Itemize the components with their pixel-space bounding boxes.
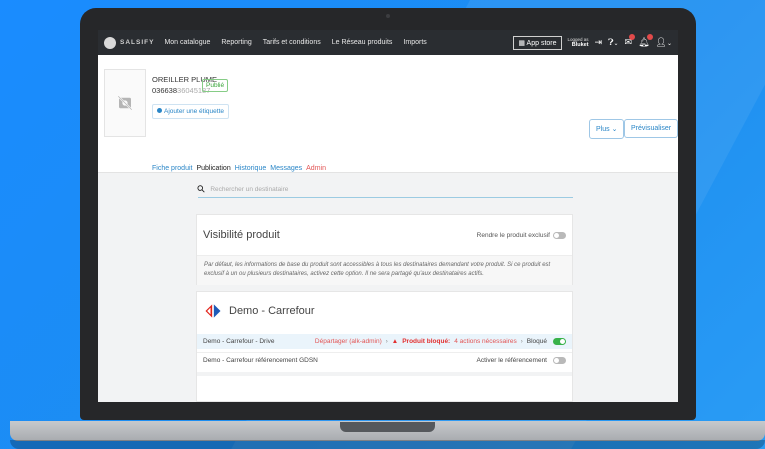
product-image-placeholder — [104, 69, 146, 137]
search-bar: ⚲ — [195, 181, 573, 198]
laptop-notch — [340, 422, 435, 432]
recipient-toggle[interactable] — [553, 338, 566, 345]
app-store-label: App store — [526, 39, 557, 47]
messages-badge — [629, 34, 636, 40]
recipient-row[interactable]: Demo - Carrefour - Drive Départager (alk… — [197, 334, 572, 349]
no-image-icon — [117, 95, 133, 111]
add-tag-button[interactable]: Ajouter une étiquette — [152, 104, 229, 119]
logged-as-info: Logged as Bluket — [568, 37, 589, 48]
grid-icon: ▦ — [518, 39, 525, 47]
nav-reseau-produits[interactable]: Le Réseau produits — [332, 39, 393, 46]
recipient-name-gdsn: Demo - Carrefour référencement GDSN — [203, 356, 318, 364]
carrefour-logo-icon — [205, 304, 221, 318]
recipient-status-gdsn: Activer le référencement — [476, 356, 566, 364]
plus-chevron-down-icon: ⌄ — [611, 126, 618, 133]
notifications-badge — [646, 34, 653, 40]
blocked-label: Produit bloqué: — [402, 338, 451, 345]
laptop-shadow — [10, 440, 765, 449]
search-recipient-input[interactable] — [210, 185, 511, 193]
recipient-status: Départager (alk-admin) › ▲ Produit bloqu… — [315, 338, 566, 345]
visibility-card: Visibilité produit Rendre le produit exc… — [196, 214, 573, 285]
chevron-down-icon: ⌄ — [613, 41, 619, 47]
visibility-title: Visibilité produit — [203, 229, 280, 241]
search-icon: ⚲ — [195, 182, 209, 196]
preview-button[interactable]: Prévisualiser — [624, 119, 678, 138]
app-screen: SALSIFY Mon catalogue Reporting Tarifs e… — [98, 30, 678, 402]
top-navigation-bar: SALSIFY Mon catalogue Reporting Tarifs e… — [98, 30, 678, 55]
recipient-name: Demo - Carrefour - Drive — [203, 338, 275, 345]
actions-needed-link[interactable]: 4 actions nécessaires — [454, 338, 517, 345]
nav-tarifs[interactable]: Tarifs et conditions — [263, 39, 321, 46]
activate-referencing-toggle[interactable] — [553, 356, 566, 364]
brand-name: SALSIFY — [120, 39, 155, 46]
logged-user-name: Bluket — [571, 42, 589, 48]
nav-mon-catalogue[interactable]: Mon catalogue — [164, 39, 210, 46]
product-gtin-prefix: 036638 — [152, 86, 178, 95]
plus-button-label: Plus — [596, 126, 610, 133]
visibility-description-line2: exclusif à un ou plusieurs destinataires… — [204, 271, 484, 277]
publication-content: ⚲ Visibilité produit Rendre le produit e… — [98, 173, 678, 402]
activate-referencing-label: Activer le référencement — [476, 356, 547, 364]
exclusive-toggle[interactable] — [553, 232, 566, 239]
status-badge: Publié — [202, 79, 229, 92]
camera-dot — [386, 14, 390, 18]
help-icon[interactable]: ❓︎⌄ — [608, 37, 618, 48]
chevron-right-icon-2: › — [520, 338, 523, 345]
visibility-description-line1: Par défaut, les informations de base du … — [204, 262, 551, 268]
carrefour-header: Demo - Carrefour — [203, 302, 315, 320]
nav-reporting[interactable]: Reporting — [221, 39, 251, 46]
add-tag-label: Ajouter une étiquette — [164, 108, 224, 115]
brand-logo[interactable]: SALSIFY — [104, 36, 155, 49]
brand-mark-icon — [104, 36, 116, 49]
warning-icon: ▲ — [391, 338, 399, 345]
notifications-icon[interactable]: 🔔︎ — [638, 34, 653, 48]
exclusive-toggle-label: Rendre le produit exclusif — [476, 232, 550, 239]
user-chevron-down-icon: ⌄ — [666, 41, 672, 47]
blocked-state-label: Bloqué — [526, 338, 547, 345]
visibility-description: Par défaut, les informations de base du … — [197, 255, 572, 285]
plus-button[interactable]: Plus ⌄ — [589, 119, 625, 139]
recipient-row-gdsn[interactable]: Demo - Carrefour référencement GDSN Acti… — [197, 352, 572, 367]
messages-icon[interactable]: ✉ — [625, 34, 636, 48]
chevron-right-icon: › — [385, 338, 388, 345]
app-store-button[interactable]: ▦ App store — [513, 35, 562, 50]
carrefour-card: Demo - Carrefour Demo - Carrefour - Driv… — [196, 291, 573, 402]
nav-imports[interactable]: Imports — [403, 39, 426, 46]
depart-link[interactable]: Départager (alk-admin) — [315, 338, 382, 345]
product-header: OREILLER PLUME 03663836045187 Publié Ajo… — [98, 55, 678, 177]
plus-circle-icon — [157, 108, 162, 113]
card-separator — [197, 372, 572, 402]
logout-icon[interactable]: ⇥ — [595, 37, 603, 48]
user-menu-icon[interactable]: 👤︎⌄ — [656, 37, 672, 48]
carrefour-title: Demo - Carrefour — [229, 305, 315, 317]
topbar-right: ▦ App store Logged as Bluket ⇥ ❓︎⌄ ✉ 🔔︎ … — [513, 34, 672, 50]
